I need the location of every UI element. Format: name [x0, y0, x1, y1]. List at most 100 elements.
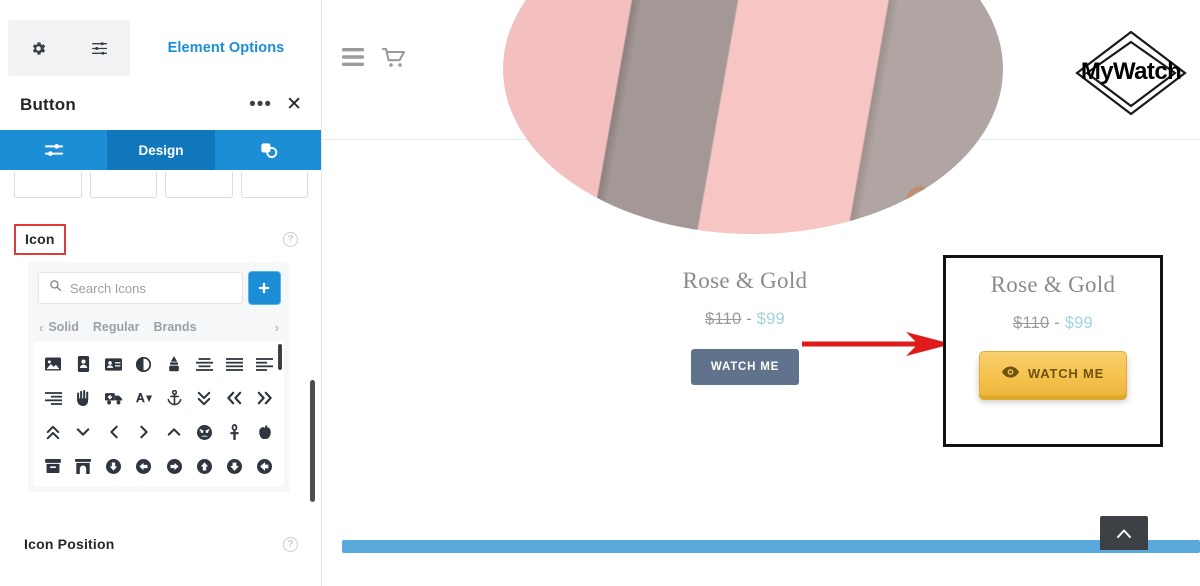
- element-options-sidebar: Element Options Button ••• ✕ Design Icon…: [0, 0, 322, 586]
- icon-arrow-circle-up[interactable]: [189, 452, 219, 480]
- section-icon-row: Icon ?: [0, 222, 321, 256]
- icon-american-sign-language[interactable]: [129, 384, 159, 412]
- price-separator: -: [746, 310, 752, 328]
- icon-ambulance[interactable]: [99, 384, 129, 412]
- product-card-highlight-box: Rose & Gold $110 - $99 WATCH ME: [943, 255, 1163, 447]
- panel-title-row: Button ••• ✕: [0, 80, 321, 130]
- icon-angle-double-down[interactable]: [189, 384, 219, 412]
- icon-arrow-circle-down[interactable]: [99, 452, 129, 480]
- product-card-plain: Rose & Gold $110 - $99 WATCH ME: [630, 268, 860, 385]
- plus-icon: [259, 282, 270, 294]
- icon-arrow-circle-right[interactable]: [159, 452, 189, 480]
- icon-align-justify[interactable]: [220, 350, 250, 378]
- icon-angle-down[interactable]: [68, 418, 98, 446]
- watch-me-button-gold[interactable]: WATCH ME: [978, 351, 1128, 396]
- category-tab-solid[interactable]: Solid: [48, 320, 79, 334]
- category-tab-brands[interactable]: Brands: [153, 320, 196, 334]
- category-prev-icon[interactable]: ‹: [34, 320, 48, 335]
- icon-picker-search-row: [28, 262, 290, 304]
- search-icons-box[interactable]: [38, 272, 243, 304]
- product-card-highlight: Rose & Gold $110 - $99 WATCH ME: [946, 272, 1160, 396]
- site-logo[interactable]: MyWatch: [1072, 26, 1190, 120]
- tab-element-options[interactable]: Element Options: [130, 20, 321, 76]
- layers-copy-icon: [261, 143, 278, 158]
- tab-design-label: Design: [138, 142, 184, 158]
- icon-angle-double-up[interactable]: [38, 418, 68, 446]
- shopping-cart-icon[interactable]: [381, 47, 406, 73]
- add-icon-button[interactable]: [248, 272, 280, 304]
- category-tab-regular[interactable]: Regular: [93, 320, 140, 334]
- icon-address-card[interactable]: [99, 350, 129, 378]
- icon-angle-right[interactable]: [129, 418, 159, 446]
- product-title-highlight: Rose & Gold: [990, 272, 1116, 297]
- category-next-icon[interactable]: ›: [270, 320, 284, 335]
- icon-picker-panel: ‹ Solid Regular Brands ›: [28, 262, 290, 492]
- price-separator-highlight: -: [1054, 314, 1060, 332]
- design-subcontrol-4[interactable]: [240, 172, 308, 198]
- icon-arrow-circle-left[interactable]: [129, 452, 159, 480]
- icon-air-freshener[interactable]: [159, 350, 189, 378]
- design-subcontrol-3[interactable]: [165, 172, 233, 198]
- icon-anchor[interactable]: [159, 384, 189, 412]
- section-icon-position-row: Icon Position ?: [0, 527, 321, 561]
- icon-angle-left[interactable]: [99, 418, 129, 446]
- price-old: $110: [705, 310, 742, 328]
- icon-adjust[interactable]: [129, 350, 159, 378]
- hamburger-menu-icon[interactable]: [342, 48, 364, 73]
- gear-icon[interactable]: [30, 40, 47, 57]
- icon-angle-double-right[interactable]: [250, 384, 280, 412]
- icon-archive[interactable]: [38, 452, 68, 480]
- icon-grid-scrollbar[interactable]: [278, 344, 282, 370]
- help-icon[interactable]: ?: [283, 231, 298, 247]
- section-label-icon: Icon: [14, 223, 66, 255]
- icon-grid-container: [34, 342, 284, 486]
- icon-address-book[interactable]: [68, 350, 98, 378]
- icon-align-center[interactable]: [189, 350, 219, 378]
- app-root: Element Options Button ••• ✕ Design Icon…: [0, 0, 1200, 586]
- watch-me-gold-label: WATCH ME: [1027, 366, 1105, 381]
- icon-ankh[interactable]: [220, 418, 250, 446]
- icon-grid: [34, 342, 284, 480]
- panel-title-actions: ••• ✕: [249, 95, 302, 114]
- design-subcontrol-2[interactable]: [89, 172, 157, 198]
- header-icon-group: [342, 47, 406, 73]
- logo-text: MyWatch: [1080, 58, 1182, 85]
- element-options-label: Element Options: [167, 40, 285, 56]
- design-subcontrol-1[interactable]: [14, 172, 82, 198]
- icon-angry[interactable]: [189, 418, 219, 446]
- watch-me-button-plain[interactable]: WATCH ME: [690, 349, 800, 385]
- scroll-to-top-button[interactable]: [1100, 516, 1148, 550]
- price-new-highlight: $99: [1064, 314, 1093, 332]
- icon-arrow-alt-circle-left[interactable]: [250, 452, 280, 480]
- product-price-highlight: $110 - $99: [946, 314, 1160, 333]
- icon-arrow-alt-circle-down[interactable]: [220, 452, 250, 480]
- icon-angle-double-left[interactable]: [220, 384, 250, 412]
- icon-align-left[interactable]: [250, 350, 280, 378]
- sliders-icon[interactable]: [91, 41, 108, 56]
- more-options-icon[interactable]: •••: [249, 95, 272, 114]
- tab-advanced[interactable]: [215, 130, 321, 170]
- price-old-highlight: $110: [1013, 314, 1050, 332]
- price-new: $99: [756, 310, 785, 328]
- icon-image[interactable]: [38, 350, 68, 378]
- section-label-icon-position: Icon Position: [24, 536, 115, 552]
- icon-apple-alt[interactable]: [250, 418, 280, 446]
- tab-content[interactable]: [0, 130, 107, 170]
- icon-align-right[interactable]: [38, 384, 68, 412]
- icon-angle-up[interactable]: [159, 418, 189, 446]
- close-icon[interactable]: ✕: [286, 95, 302, 114]
- footer-blue-bar: [342, 540, 1200, 553]
- product-price: $110 - $99: [630, 310, 860, 329]
- tab-design[interactable]: Design: [107, 130, 215, 170]
- icon-archway[interactable]: [68, 452, 98, 480]
- panel-tabbar: Design: [0, 130, 321, 170]
- search-icon: [49, 279, 62, 297]
- search-input[interactable]: [70, 280, 232, 296]
- page-title: Button: [20, 95, 76, 114]
- sidebar-scrollbar[interactable]: [310, 380, 315, 502]
- icon-allergies[interactable]: [68, 384, 98, 412]
- sidebar-toolbar: [8, 20, 130, 76]
- product-photo: [503, 0, 1003, 234]
- eye-icon: [1001, 366, 1019, 381]
- help-icon-position[interactable]: ?: [283, 536, 298, 552]
